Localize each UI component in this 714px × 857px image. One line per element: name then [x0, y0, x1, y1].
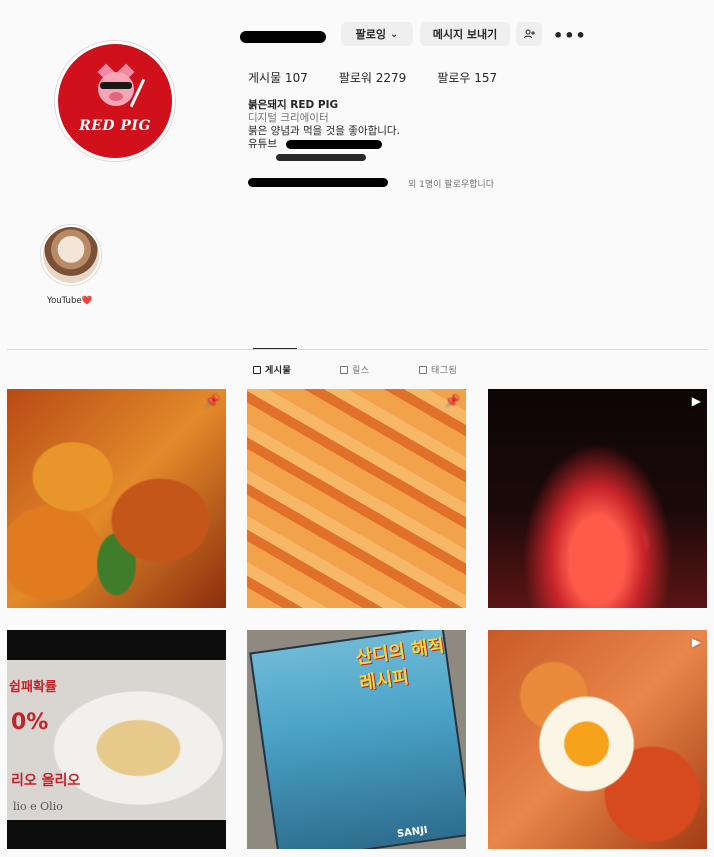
profile-page: RED PIG 팔로잉 ⌄ 메시지 보내기 ••• 게시물 107 팔로워 22… — [0, 0, 714, 857]
post-tile-5[interactable]: 산디의 해적 레시피 SANJI — [247, 630, 466, 849]
add-user-icon — [524, 29, 535, 39]
redacted-link — [286, 140, 382, 149]
post-4-top-text: 쉽패확률 — [9, 680, 57, 695]
profile-bio: 붉은돼지 RED PIG 디지털 크리에이터 붉은 양념과 먹을 것을 좋아합니… — [248, 99, 548, 164]
redacted-followers — [248, 178, 388, 187]
post-4-sub-text: lio e Olio — [13, 800, 63, 813]
pig-snout — [109, 92, 123, 101]
grid-icon — [253, 365, 261, 374]
active-tab-indicator — [253, 348, 297, 349]
avatar-image: RED PIG — [58, 44, 172, 158]
add-user-button[interactable] — [516, 22, 542, 46]
profile-avatar[interactable]: RED PIG — [54, 40, 176, 162]
post-4-percent: 0% — [11, 710, 49, 735]
highlight-cover — [43, 227, 99, 283]
avatar-logo-text: RED PIG — [79, 118, 151, 134]
bio-line-2: 유튜브 — [248, 138, 548, 151]
reels-icon — [340, 365, 348, 374]
post-tile-3[interactable]: ▶ — [488, 389, 707, 608]
story-highlight[interactable] — [40, 224, 102, 286]
followers-count[interactable]: 팔로워 2279 — [339, 69, 406, 86]
bio-line-1: 붉은 양념과 먹을 것을 좋아합니다. — [248, 125, 400, 137]
posts-count: 게시물 107 — [248, 71, 308, 85]
username-redacted — [240, 27, 326, 45]
post-tile-1[interactable]: 📌 — [7, 389, 226, 608]
post-tile-2[interactable]: 📌 — [247, 389, 466, 608]
profile-stats: 게시물 107 팔로워 2279 팔로우 157 — [248, 69, 497, 86]
tab-posts-label: 게시물 — [265, 366, 292, 376]
redacted-line — [248, 151, 548, 164]
tagged-icon — [419, 365, 427, 374]
pin-icon: 📌 — [445, 394, 460, 408]
bio-youtube-label: 유튜브 — [248, 138, 277, 150]
following-button[interactable]: 팔로잉 ⌄ — [341, 22, 413, 46]
tab-reels[interactable]: 릴스 — [340, 363, 370, 376]
following-count[interactable]: 팔로우 157 — [437, 69, 497, 86]
post-4-bottom-text: 리오 올리오 — [11, 773, 81, 789]
pig-sunglasses — [100, 82, 132, 89]
post-tile-4[interactable]: 쉽패확률 0% 리오 올리오 lio e Olio — [7, 630, 226, 849]
message-label: 메시지 보내기 — [432, 28, 498, 41]
tab-posts[interactable]: 게시물 — [253, 363, 291, 376]
tabs-divider — [7, 349, 708, 350]
followed-by-text: 외 1명이 팔로우합니다 — [408, 180, 494, 190]
tab-tagged[interactable]: 태그됨 — [419, 363, 457, 376]
more-options-icon[interactable]: ••• — [553, 26, 587, 45]
tab-tagged-label: 태그됨 — [431, 366, 458, 376]
following-label: 팔로잉 — [355, 28, 386, 41]
display-name: 붉은돼지 RED PIG — [248, 99, 339, 111]
tab-reels-label: 릴스 — [352, 366, 370, 376]
pin-icon: 📌 — [205, 394, 220, 408]
reel-icon: ▶ — [691, 635, 701, 649]
reel-icon: ▶ — [691, 394, 701, 408]
message-button[interactable]: 메시지 보내기 — [420, 22, 510, 46]
highlight-label: YouTube❤️ — [47, 296, 93, 306]
post-tile-6[interactable]: ▶ — [488, 630, 707, 849]
chevron-down-icon: ⌄ — [389, 28, 399, 40]
category-label: 디지털 크리에이터 — [248, 112, 329, 124]
